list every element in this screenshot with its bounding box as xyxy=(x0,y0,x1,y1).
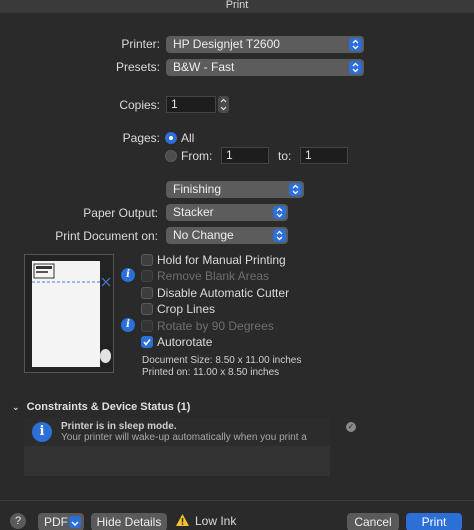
printed-on: Printed on: 11.00 x 8.50 inches xyxy=(142,367,280,378)
crop-lines-checkbox[interactable] xyxy=(141,303,153,315)
status-list: i Printer is in sleep mode. Your printer… xyxy=(24,418,330,476)
hold-manual-label: Hold for Manual Printing xyxy=(157,253,286,267)
presets-select[interactable]: B&W - Fast xyxy=(166,59,364,76)
printer-label: Printer: xyxy=(121,37,160,51)
cut-marker-icon xyxy=(101,277,111,287)
pages-from-field[interactable]: 1 xyxy=(221,147,269,164)
pages-from-label: From: xyxy=(181,149,213,163)
paper-output-select[interactable]: Stacker xyxy=(166,204,288,221)
paper-output-value: Stacker xyxy=(173,205,214,219)
help-button[interactable]: ? xyxy=(10,513,26,529)
disable-cutter-label: Disable Automatic Cutter xyxy=(157,286,290,300)
hold-manual-checkbox[interactable] xyxy=(141,254,153,266)
window-titlebar: Print xyxy=(0,0,474,13)
print-document-on-select[interactable]: No Change xyxy=(166,227,288,244)
remove-blank-label: Remove Blank Areas xyxy=(157,269,270,283)
copies-field[interactable]: 1 xyxy=(166,96,216,113)
updown-chevron-icon xyxy=(273,229,286,242)
chevron-down-icon xyxy=(69,516,81,528)
pdf-label: PDF xyxy=(44,515,68,529)
updown-chevron-icon xyxy=(289,183,302,196)
autorotate-label: Autorotate xyxy=(157,335,213,349)
checkmark-icon xyxy=(143,339,151,346)
paper-roll-icon xyxy=(100,349,111,363)
status-title: Printer is in sleep mode. xyxy=(61,421,177,432)
remove-blank-checkbox xyxy=(141,270,153,282)
print-document-on-label: Print Document on: xyxy=(55,229,158,243)
pages-to-field[interactable]: 1 xyxy=(300,147,348,164)
copies-label: Copies: xyxy=(119,98,160,112)
warning-icon xyxy=(176,514,189,526)
page-preview xyxy=(24,254,114,373)
stepper-arrows-icon xyxy=(220,98,227,111)
preview-content-icon xyxy=(32,263,100,283)
low-ink-status: Low Ink xyxy=(195,514,237,528)
pages-all-radio[interactable] xyxy=(165,132,177,144)
pages-label: Pages: xyxy=(122,131,160,145)
info-icon[interactable]: i xyxy=(121,268,135,282)
section-select[interactable]: Finishing xyxy=(166,181,304,198)
copies-stepper[interactable] xyxy=(218,96,229,113)
pdf-menu-button[interactable]: PDF xyxy=(38,513,84,530)
info-icon: i xyxy=(32,422,52,442)
presets-value: B&W - Fast xyxy=(173,60,235,74)
updown-chevron-icon xyxy=(273,206,286,219)
cancel-button[interactable]: Cancel xyxy=(347,513,399,530)
updown-chevron-icon xyxy=(349,38,362,51)
print-document-on-value: No Change xyxy=(173,228,234,242)
window-title: Print xyxy=(225,0,249,11)
presets-label: Presets: xyxy=(115,60,160,74)
status-item[interactable]: i Printer is in sleep mode. Your printer… xyxy=(24,418,330,446)
print-button[interactable]: Print xyxy=(406,513,462,530)
updown-chevron-icon xyxy=(349,61,362,74)
status-action-icon[interactable]: ✓ xyxy=(346,422,356,432)
info-icon[interactable]: i xyxy=(121,318,135,332)
rotate-90-checkbox xyxy=(141,320,153,332)
autorotate-checkbox[interactable] xyxy=(141,336,153,348)
pages-all-label: All xyxy=(181,131,195,145)
document-size: Document Size: 8.50 x 11.00 inches xyxy=(142,355,302,366)
disable-cutter-checkbox[interactable] xyxy=(141,287,153,299)
constraints-title: Constraints & Device Status (1) xyxy=(26,401,191,413)
preview-paper xyxy=(32,261,100,367)
section-value: Finishing xyxy=(173,182,222,196)
constraints-header[interactable]: ⌄ Constraints & Device Status (1) xyxy=(12,401,190,413)
pages-to-label: to: xyxy=(278,149,292,163)
footer-bar: ? PDF Hide Details Low Ink Cancel Print xyxy=(0,500,474,530)
status-detail: Your printer will wake-up automatically … xyxy=(61,432,307,443)
rotate-90-label: Rotate by 90 Degrees xyxy=(157,319,274,333)
crop-lines-label: Crop Lines xyxy=(157,302,216,316)
printer-select[interactable]: HP Designjet T2600 xyxy=(166,36,364,53)
hide-details-button[interactable]: Hide Details xyxy=(91,513,167,530)
paper-output-label: Paper Output: xyxy=(83,206,158,220)
printer-value: HP Designjet T2600 xyxy=(173,37,280,51)
chevron-down-icon: ⌄ xyxy=(12,402,20,412)
pages-range-radio[interactable] xyxy=(165,150,177,162)
